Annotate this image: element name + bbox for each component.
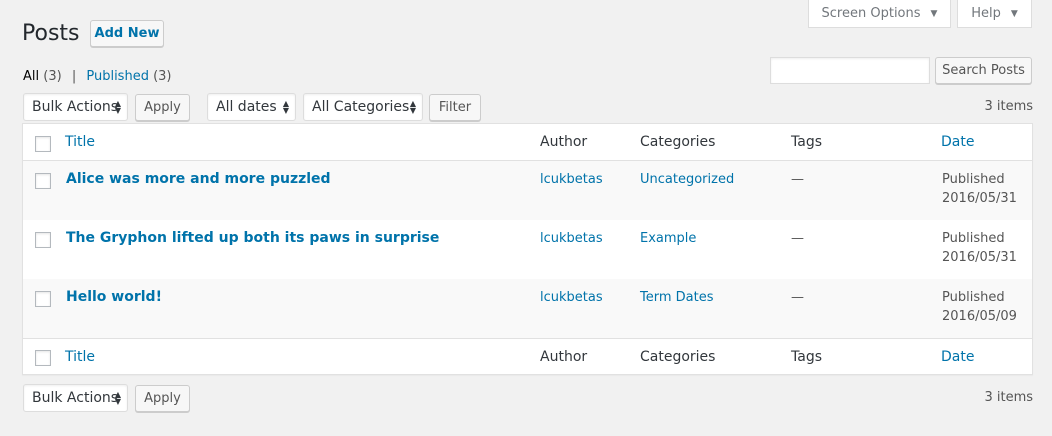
select-arrows-icon: ▲ ▼: [282, 99, 289, 115]
post-category-link[interactable]: Term Dates: [640, 288, 714, 307]
search-posts-button[interactable]: Search Posts: [935, 57, 1032, 84]
filter-published-count: (3): [153, 69, 172, 84]
categories-value: All Categories: [312, 99, 410, 115]
post-category-link[interactable]: Uncategorized: [640, 170, 734, 189]
post-tags: —: [791, 231, 804, 246]
select-arrows-icon: ▲ ▼: [114, 99, 121, 115]
page-title: Posts: [22, 21, 80, 46]
post-tags: —: [791, 172, 804, 187]
search-input[interactable]: [770, 57, 930, 84]
dates-value: All dates: [216, 99, 277, 115]
bulk-actions-select[interactable]: Bulk Actions ▲ ▼: [23, 93, 128, 121]
column-title-footer[interactable]: Title: [65, 349, 95, 365]
column-date-footer[interactable]: Date: [941, 349, 974, 365]
row-checkbox[interactable]: [35, 232, 51, 248]
post-title-link[interactable]: Alice was more and more puzzled: [66, 170, 331, 189]
post-category-link[interactable]: Example: [640, 229, 696, 248]
post-date: 2016/05/09: [942, 309, 1017, 324]
help-button[interactable]: Help ▼: [957, 0, 1032, 28]
table-row: Alice was more and more puzzled lcukbeta…: [23, 161, 1032, 220]
apply-button[interactable]: Apply: [135, 94, 190, 121]
categories-select[interactable]: All Categories ▲ ▼: [303, 93, 423, 121]
filter-all-link[interactable]: All: [23, 69, 39, 84]
column-categories-header: Categories: [640, 134, 716, 150]
bulk-actions-value: Bulk Actions: [32, 99, 119, 115]
dates-select[interactable]: All dates ▲ ▼: [207, 93, 296, 121]
items-count-top: 3 items: [984, 99, 1033, 114]
filter-all-count: (3): [43, 69, 62, 84]
table-header-row: Title Author Categories Tags Date: [23, 124, 1032, 161]
row-checkbox[interactable]: [35, 291, 51, 307]
post-author-link[interactable]: lcukbetas: [540, 288, 603, 307]
apply-button-bottom[interactable]: Apply: [135, 385, 190, 412]
post-date: 2016/05/31: [942, 250, 1017, 265]
select-all-checkbox[interactable]: [35, 136, 51, 152]
caret-down-icon: ▼: [930, 8, 938, 19]
table-row: Hello world! lcukbetas Term Dates — Publ…: [23, 279, 1032, 338]
filter-separator: |: [71, 69, 77, 84]
post-author-link[interactable]: lcukbetas: [540, 229, 603, 248]
posts-table: Title Author Categories Tags Date Alice …: [22, 123, 1033, 375]
table-row: The Gryphon lifted up both its paws in s…: [23, 220, 1032, 279]
post-status: Published: [942, 290, 1005, 305]
row-checkbox[interactable]: [35, 173, 51, 189]
caret-down-icon: ▼: [1010, 8, 1018, 19]
post-title-link[interactable]: The Gryphon lifted up both its paws in s…: [66, 229, 439, 248]
status-filters: All (3) | Published (3): [23, 69, 172, 84]
bulk-actions-select-bottom[interactable]: Bulk Actions ▲ ▼: [23, 384, 128, 412]
filter-published-link[interactable]: Published: [86, 69, 149, 84]
column-tags-footer: Tags: [791, 349, 822, 365]
column-date-header[interactable]: Date: [941, 134, 974, 150]
post-status: Published: [942, 231, 1005, 246]
table-footer-row: Title Author Categories Tags Date: [23, 338, 1032, 375]
post-title-link[interactable]: Hello world!: [66, 288, 162, 307]
filter-button[interactable]: Filter: [429, 94, 481, 121]
column-categories-footer: Categories: [640, 349, 716, 365]
post-tags: —: [791, 290, 804, 305]
column-author-header: Author: [540, 134, 588, 150]
post-date: 2016/05/31: [942, 191, 1017, 206]
post-status: Published: [942, 172, 1005, 187]
select-arrows-icon: ▲ ▼: [114, 390, 121, 406]
add-new-button[interactable]: Add New: [90, 20, 164, 47]
screen-options-button[interactable]: Screen Options ▼: [808, 0, 951, 28]
column-tags-header: Tags: [791, 134, 822, 150]
column-author-footer: Author: [540, 349, 588, 365]
bulk-actions-value: Bulk Actions: [32, 390, 119, 406]
post-author-link[interactable]: lcukbetas: [540, 170, 603, 189]
column-title-header[interactable]: Title: [65, 134, 95, 150]
select-all-checkbox-footer[interactable]: [35, 350, 51, 366]
help-label: Help: [971, 6, 1001, 21]
select-arrows-icon: ▲ ▼: [409, 99, 416, 115]
screen-options-label: Screen Options: [821, 6, 921, 21]
items-count-bottom: 3 items: [984, 390, 1033, 405]
